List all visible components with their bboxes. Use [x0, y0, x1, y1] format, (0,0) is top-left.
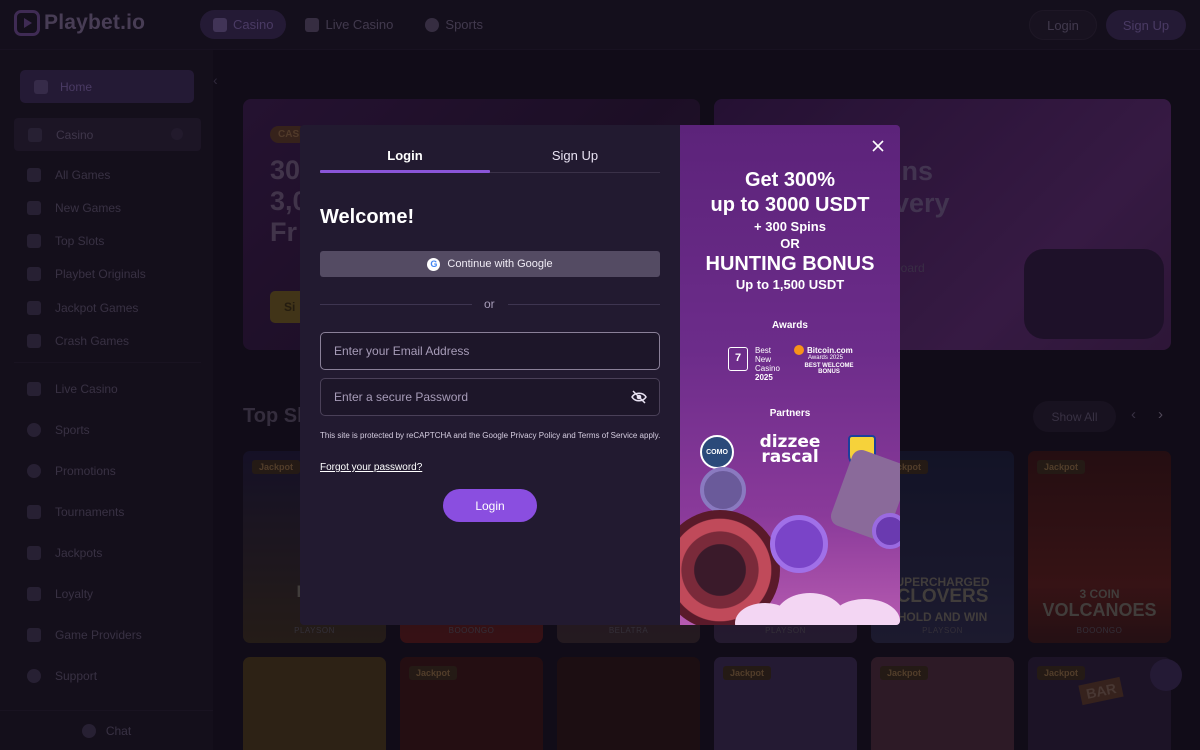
or-separator: or [484, 297, 495, 311]
email-placeholder: Enter your Email Address [334, 344, 470, 358]
divider [508, 304, 660, 305]
promo-panel: Get 300% up to 3000 USDT + 300 Spins OR … [680, 125, 900, 625]
ethereum-coin-icon [770, 515, 828, 573]
login-modal: Login Sign Up Welcome! G Continue with G… [300, 125, 900, 625]
recaptcha-notice: This site is protected by reCAPTCHA and … [320, 431, 661, 440]
coin-icon [872, 513, 900, 549]
divider [320, 304, 472, 305]
tab-signup[interactable]: Sign Up [490, 148, 660, 163]
award-name: Bitcoin.com [807, 345, 853, 355]
password-placeholder: Enter a secure Password [334, 390, 469, 404]
slots-award-badge: 7 Best New Casino 2025 [723, 345, 788, 382]
award-number: 7 [728, 347, 748, 371]
promo-line: Up to 1,500 USDT [735, 277, 845, 292]
forgot-password-link[interactable]: Forgot your password? [320, 462, 422, 473]
partners-heading: Partners [769, 408, 811, 419]
cloud-decoration [830, 599, 900, 625]
award-sub: Awards 2025 [808, 355, 843, 361]
award-line: New [755, 355, 772, 364]
email-field[interactable]: Enter your Email Address [320, 332, 660, 370]
welcome-heading: Welcome! [320, 206, 415, 228]
login-form-panel: Login Sign Up Welcome! G Continue with G… [300, 125, 680, 625]
google-button-label: Continue with Google [447, 258, 553, 270]
award-title: BEST WELCOME BONUS [804, 363, 854, 375]
promo-line: + 300 Spins [754, 219, 826, 234]
awards-heading: Awards [772, 320, 808, 331]
promo-line: Get 300% [744, 169, 836, 191]
award-line: Best [755, 346, 772, 355]
active-tab-indicator [320, 170, 490, 173]
google-icon: G [427, 257, 441, 271]
promo-line: HUNTING BONUS [705, 253, 875, 275]
promo-line: up to 3000 USDT [710, 194, 870, 216]
bitcoin-award-badge: Bitcoin.com Awards 2025 BEST WELCOME BON… [794, 345, 864, 381]
award-line: Casino [755, 364, 780, 373]
close-icon[interactable] [868, 136, 888, 156]
continue-with-google-button[interactable]: G Continue with Google [320, 251, 660, 277]
como-partner-logo: COMO [700, 435, 734, 469]
award-text: Best New Casino 2025 [755, 346, 780, 382]
dizzee-rascal-partner-logo: dizzee rascal [759, 432, 821, 467]
bitcoin-coin-icon [700, 467, 746, 513]
eye-off-icon[interactable] [631, 390, 647, 404]
login-submit-button[interactable]: Login [443, 489, 537, 522]
tab-login[interactable]: Login [320, 148, 490, 163]
promo-line: OR [780, 236, 800, 251]
bitcoin-icon [794, 345, 804, 355]
award-line: 2025 [755, 373, 773, 382]
password-field[interactable]: Enter a secure Password [320, 378, 660, 416]
promo-headline: Get 300% up to 3000 USDT + 300 Spins OR … [680, 168, 900, 293]
auth-tabs: Login Sign Up [320, 145, 660, 173]
